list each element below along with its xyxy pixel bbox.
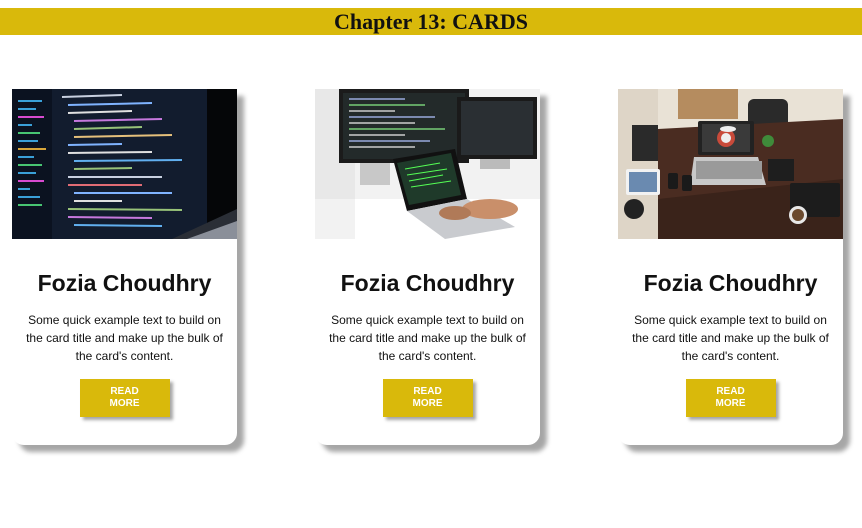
card-text: Some quick example text to build on the …	[329, 313, 526, 363]
card-title: Fozia Choudhry	[340, 270, 515, 296]
read-more-button[interactable]: READ MORE	[685, 379, 776, 417]
card-title: Fozia Choudhry	[643, 270, 818, 296]
card-image-code-editor	[12, 89, 237, 239]
card-title: Fozia Choudhry	[37, 270, 212, 296]
card: Fozia Choudhry Some quick example text t…	[618, 89, 843, 445]
card-image-workspace	[618, 89, 843, 239]
card: Fozia Choudhry Some quick example text t…	[315, 89, 540, 445]
read-more-button[interactable]: READ MORE	[382, 379, 473, 417]
card-text: Some quick example text to build on the …	[26, 313, 223, 363]
card-image-developer-desk	[315, 89, 540, 239]
read-more-button[interactable]: READ MORE	[79, 379, 170, 417]
card-text: Some quick example text to build on the …	[632, 313, 829, 363]
card: Fozia Choudhry Some quick example text t…	[12, 89, 237, 445]
header-bar: Chapter 13: CARDS	[0, 8, 862, 35]
page-title: Chapter 13: CARDS	[334, 8, 528, 34]
